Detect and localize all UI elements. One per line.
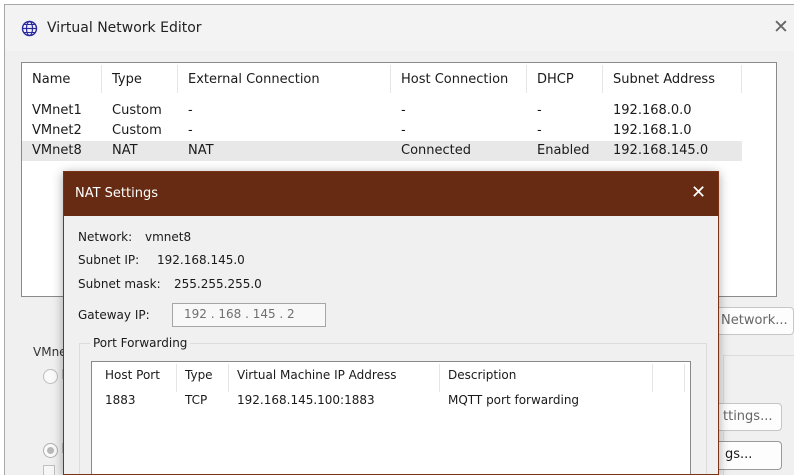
subnet-ip-row: Subnet IP: 192.168.145.0: [78, 253, 245, 267]
nat-title: NAT Settings: [75, 186, 159, 201]
list-header: Name Type External Connection Host Conne…: [22, 63, 776, 95]
col-separator: [652, 364, 653, 392]
cell-type: TCP: [185, 393, 208, 407]
col-header-description[interactable]: Description: [448, 368, 516, 382]
cell-subnet: 192.168.1.0: [613, 123, 692, 138]
close-icon[interactable]: ✕: [773, 16, 789, 38]
subnet-mask-row: Subnet mask: 255.255.255.0: [78, 277, 262, 291]
cell-type: NAT: [112, 143, 138, 158]
cell-host-port: 1883: [105, 393, 136, 407]
subnet-mask-label: Subnet mask:: [78, 277, 161, 291]
cell-type: Custom: [112, 123, 162, 138]
col-header-subnet[interactable]: Subnet Address: [613, 72, 715, 87]
nat-settings-dialog: NAT Settings ✕ Network: vmnet8 Subnet IP…: [63, 171, 719, 475]
vmnet-info-label: VMne: [33, 345, 67, 359]
col-separator: [439, 364, 440, 392]
cell-name: VMnet2: [32, 123, 82, 138]
col-separator: [602, 65, 603, 93]
col-header-host[interactable]: Host Connection: [401, 72, 508, 87]
cell-host: -: [401, 123, 406, 138]
cell-external: NAT: [188, 143, 214, 158]
subnet-ip-label: Subnet IP:: [78, 253, 140, 267]
col-separator: [101, 65, 102, 93]
cell-dhcp: -: [537, 103, 542, 118]
col-separator: [390, 65, 391, 93]
col-header-host-port[interactable]: Host Port: [105, 368, 160, 382]
cell-description: MQTT port forwarding: [448, 393, 580, 407]
vne-title: Virtual Network Editor: [47, 20, 202, 36]
network-label: Network:: [78, 230, 133, 244]
col-separator: [684, 364, 685, 392]
vne-title-bar: Virtual Network Editor ✕: [5, 5, 794, 51]
nat-radio-icon[interactable]: [43, 443, 58, 458]
cell-vm-ip: 192.168.145.100:1883: [237, 393, 375, 407]
network-row: Network: vmnet8: [78, 230, 191, 244]
bridged-radio-icon[interactable]: [43, 369, 58, 384]
network-value: vmnet8: [145, 230, 192, 244]
col-separator: [741, 65, 742, 93]
checkbox[interactable]: [43, 465, 55, 475]
table-row[interactable]: 1883 TCP 192.168.145.100:1883 MQTT port …: [92, 393, 718, 413]
gateway-ip-input[interactable]: 192 . 168 . 145 . 2: [172, 303, 326, 327]
cell-name: VMnet1: [32, 103, 82, 118]
automatic-settings-button[interactable]: ttings...: [710, 403, 782, 431]
list-header: Host Port Type Virtual Machine IP Addres…: [92, 362, 690, 392]
col-header-external[interactable]: External Connection: [188, 72, 320, 87]
col-separator: [176, 364, 177, 392]
add-network-button[interactable]: Network...: [710, 307, 794, 335]
gateway-label: Gateway IP:: [78, 308, 150, 322]
col-separator: [526, 65, 527, 93]
globe-icon: [21, 20, 38, 37]
cell-subnet: 192.168.0.0: [613, 103, 692, 118]
nat-title-bar: NAT Settings ✕: [64, 172, 718, 216]
col-separator: [228, 364, 229, 392]
cell-subnet: 192.168.145.0: [613, 143, 709, 158]
col-header-name[interactable]: Name: [32, 72, 70, 87]
close-icon[interactable]: ✕: [691, 182, 706, 203]
cell-external: -: [188, 123, 193, 138]
gateway-row: Gateway IP:: [78, 308, 150, 322]
col-header-type[interactable]: Type: [112, 72, 142, 87]
col-header-type[interactable]: Type: [185, 368, 213, 382]
port-forwarding-legend: Port Forwarding: [90, 336, 191, 350]
cell-host: Connected: [401, 143, 472, 158]
cell-host: -: [401, 103, 406, 118]
table-row[interactable]: VMnet1 Custom - - - 192.168.0.0: [22, 101, 742, 121]
cell-dhcp: Enabled: [537, 143, 590, 158]
nat-settings-button[interactable]: gs...: [710, 441, 782, 470]
port-forwarding-list[interactable]: Host Port Type Virtual Machine IP Addres…: [91, 361, 691, 474]
cell-type: Custom: [112, 103, 162, 118]
cell-external: -: [188, 103, 193, 118]
cell-name: VMnet8: [32, 143, 82, 158]
cell-dhcp: -: [537, 123, 542, 138]
col-header-dhcp[interactable]: DHCP: [537, 72, 574, 87]
col-header-vm-ip[interactable]: Virtual Machine IP Address: [237, 368, 396, 382]
subnet-mask-value: 255.255.255.0: [174, 277, 262, 291]
table-row-selected[interactable]: VMnet8 NAT NAT Connected Enabled 192.168…: [22, 141, 742, 161]
subnet-ip-value: 192.168.145.0: [157, 253, 245, 267]
col-separator: [177, 65, 178, 93]
table-row[interactable]: VMnet2 Custom - - - 192.168.1.0: [22, 121, 742, 141]
